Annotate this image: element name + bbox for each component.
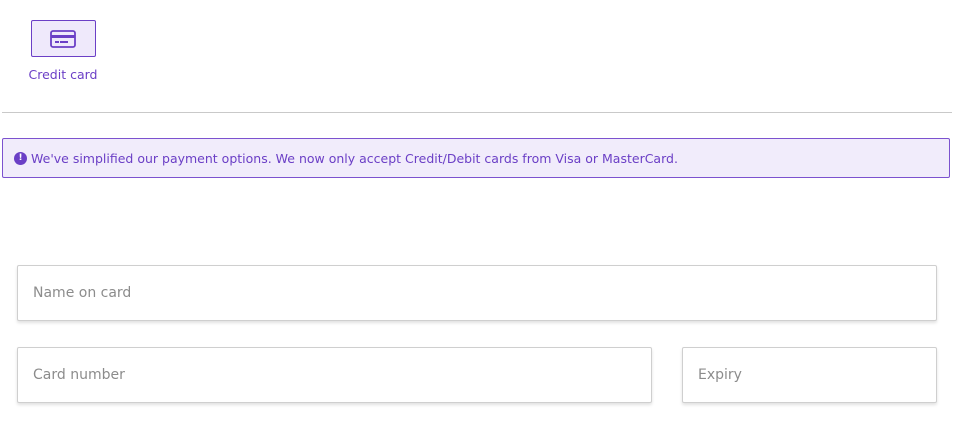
credit-card-icon: [50, 29, 76, 48]
payment-form: Credit card ! We've simplified our payme…: [0, 0, 965, 425]
card-number-input[interactable]: [17, 347, 652, 403]
divider: [2, 112, 952, 113]
name-on-card-input[interactable]: [17, 265, 937, 321]
expiry-input[interactable]: [682, 347, 937, 403]
payment-method-label: Credit card: [28, 67, 98, 82]
payment-method-credit-card[interactable]: Credit card: [22, 20, 104, 82]
credit-card-tile[interactable]: [30, 20, 96, 57]
notice-text: We've simplified our payment options. We…: [31, 150, 678, 166]
exclamation-circle-icon: !: [14, 151, 27, 165]
payment-notice-banner: ! We've simplified our payment options. …: [2, 138, 950, 178]
